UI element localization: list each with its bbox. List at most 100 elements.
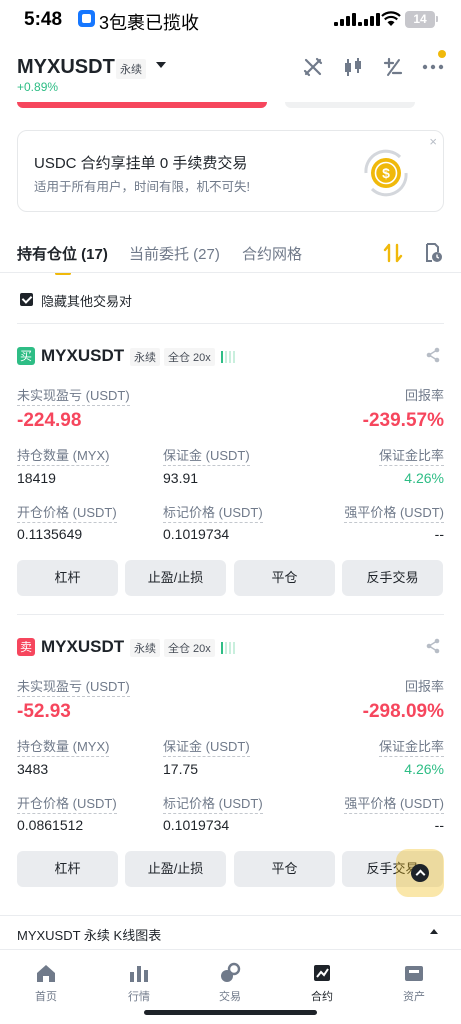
crossed-swords-icon[interactable]: [302, 56, 324, 78]
margin-ratio-label[interactable]: 保证金比率: [378, 736, 444, 757]
margin-value: 93.91: [163, 470, 199, 486]
entry-price-value: 0.1135649: [17, 526, 83, 542]
more-icon[interactable]: [422, 56, 444, 78]
nav-assets[interactable]: 资产: [384, 962, 444, 1004]
liq-price-label[interactable]: 强平价格 (USDT): [344, 793, 444, 814]
margin-ratio-value: 4.26%: [404, 761, 444, 777]
mark-price-label[interactable]: 标记价格 (USDT): [163, 793, 263, 814]
scroll-remnant-right: [285, 102, 415, 108]
scroll-to-top-button[interactable]: [396, 849, 444, 897]
margin-value: 17.75: [163, 761, 199, 777]
contract-type-tag: 永续: [130, 348, 160, 366]
pair-selector[interactable]: MYXUSDT: [17, 56, 115, 79]
battery-indicator: 14: [405, 11, 435, 28]
unrealized-pnl-label[interactable]: 未实现盈亏 (USDT): [17, 676, 130, 697]
tp-sl-button[interactable]: 止盈/止损: [125, 851, 226, 887]
tp-sl-button[interactable]: 止盈/止损: [125, 560, 226, 596]
margin-mode-tag[interactable]: 全仓 20x: [164, 639, 215, 657]
scroll-remnant-left: [17, 102, 267, 108]
liq-price-value: --: [434, 526, 444, 542]
unrealized-pnl-value: -52.93: [17, 701, 71, 722]
leverage-button[interactable]: 杠杆: [17, 851, 118, 887]
contract-type-tag: 永续: [130, 639, 160, 657]
tab-open-orders[interactable]: 当前委托 (27): [129, 243, 220, 264]
tab-positions[interactable]: 持有仓位 (17): [17, 243, 108, 264]
nav-trade[interactable]: 交易: [200, 962, 260, 1004]
kline-chart-bar[interactable]: MYXUSDT 永续 K线图表: [0, 915, 461, 949]
wifi-icon: [381, 11, 401, 26]
status-bar: 5:48 3包裹已揽收 14: [0, 0, 461, 40]
margin-mode-tag[interactable]: 全仓 20x: [164, 348, 215, 366]
nav-label: 行情: [128, 991, 150, 1003]
position-card: 卖 MYXUSDT 永续 全仓 20x 未实现盈亏 (USDT) 回报率 -52…: [0, 637, 461, 898]
roe-value: -298.09%: [362, 701, 444, 722]
liq-price-label[interactable]: 强平价格 (USDT): [344, 502, 444, 523]
home-icon: [37, 965, 55, 982]
history-icon[interactable]: [423, 242, 443, 264]
size-label[interactable]: 持仓数量 (MYX): [17, 736, 110, 757]
candlestick-icon[interactable]: [342, 56, 364, 78]
entry-price-label[interactable]: 开仓价格 (USDT): [17, 793, 117, 814]
margin-ratio-value: 4.26%: [404, 470, 444, 486]
roe-value: -239.57%: [362, 410, 444, 431]
svg-text:$: $: [382, 165, 390, 181]
pair-header: MYXUSDT 永续 +0.89%: [0, 48, 461, 100]
nav-markets[interactable]: 行情: [109, 962, 169, 1004]
unrealized-pnl-label[interactable]: 未实现盈亏 (USDT): [17, 385, 130, 406]
plus-minus-icon[interactable]: [382, 56, 404, 78]
notification-dot: [438, 50, 446, 58]
nav-futures[interactable]: 合约: [292, 962, 352, 1004]
share-icon[interactable]: [425, 347, 441, 363]
cellular-signal-icon: [334, 13, 356, 26]
close-position-button[interactable]: 平仓: [234, 851, 335, 887]
mark-price-label[interactable]: 标记价格 (USDT): [163, 502, 263, 523]
nav-label: 首页: [35, 991, 57, 1003]
entry-price-label[interactable]: 开仓价格 (USDT): [17, 502, 117, 523]
banner-title: USDC 合约享挂单 0 手续费交易: [34, 155, 248, 172]
battery-tip: [436, 16, 438, 22]
hide-other-pairs-label: 隐藏其他交易对: [41, 294, 133, 309]
checkbox[interactable]: [20, 293, 33, 306]
promo-banner[interactable]: USDC 合约享挂单 0 手续费交易 适用于所有用户，时间有限，机不可失! × …: [17, 130, 444, 212]
nav-label: 交易: [219, 991, 241, 1003]
risk-level-icon: [221, 640, 237, 654]
trade-icon: [221, 962, 241, 982]
side-badge: 卖: [17, 638, 35, 656]
roe-label: 回报率: [404, 388, 444, 403]
leverage-button[interactable]: 杠杆: [17, 560, 118, 596]
margin-ratio-label[interactable]: 保证金比率: [378, 445, 444, 466]
reverse-position-button[interactable]: 反手交易: [342, 560, 443, 596]
divider: [17, 614, 444, 615]
margin-label[interactable]: 保证金 (USDT): [163, 736, 250, 757]
coin-icon: $: [364, 149, 408, 197]
home-indicator: [144, 1010, 317, 1015]
size-value: 3483: [17, 761, 49, 777]
chevron-up-icon[interactable]: [430, 929, 438, 934]
futures-icon: [314, 965, 330, 981]
notification-app-icon: [78, 10, 95, 27]
tabs-divider: [0, 272, 461, 273]
nav-home[interactable]: 首页: [16, 962, 76, 1004]
wallet-icon: [405, 966, 423, 981]
kline-chart-label: MYXUSDT 永续 K线图表: [17, 928, 162, 943]
banner-subtitle: 适用于所有用户，时间有限，机不可失!: [34, 180, 250, 194]
liq-price-value: --: [434, 817, 444, 833]
tab-futures-grid[interactable]: 合约网格: [242, 243, 302, 264]
side-badge: 买: [17, 347, 35, 365]
status-time: 5:48: [24, 9, 63, 30]
chevron-down-icon[interactable]: [156, 62, 166, 68]
margin-label[interactable]: 保证金 (USDT): [163, 445, 250, 466]
size-label[interactable]: 持仓数量 (MYX): [17, 445, 110, 466]
position-symbol[interactable]: MYXUSDT: [41, 637, 124, 657]
close-icon[interactable]: ×: [429, 134, 437, 149]
divider: [17, 323, 444, 324]
markets-icon: [130, 966, 148, 982]
unrealized-pnl-value: -224.98: [17, 410, 82, 431]
position-symbol[interactable]: MYXUSDT: [41, 346, 124, 366]
sort-icon[interactable]: [383, 242, 403, 264]
close-position-button[interactable]: 平仓: [234, 560, 335, 596]
cellular-signal-2-icon: [358, 13, 380, 26]
share-icon[interactable]: [425, 638, 441, 654]
price-change: +0.89%: [17, 80, 59, 94]
size-value: 18419: [17, 470, 56, 486]
